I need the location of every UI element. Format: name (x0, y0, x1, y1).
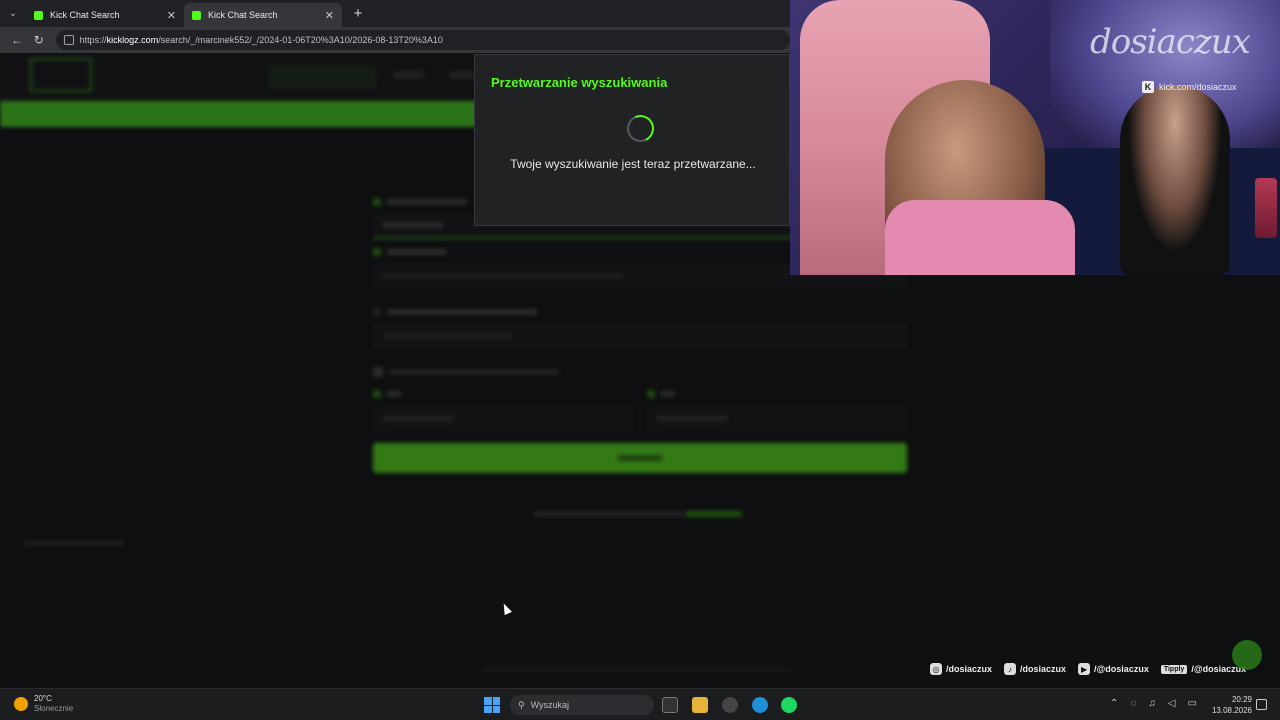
streamer-brand-logo: dosiaczux (1090, 22, 1251, 62)
clock-date: 13.08.2026 (1211, 706, 1252, 715)
social-tipply: Tipply /@dosiaczux (1160, 664, 1246, 674)
browser-tab-active[interactable]: Kick Chat Search ✕ (184, 3, 342, 27)
checkbox (373, 367, 383, 377)
microphone-icon[interactable]: ♫ (1148, 698, 1156, 709)
header-link (394, 71, 424, 79)
address-bar: ← ↻ https://kicklogz.com/search/_/marcin… (0, 27, 790, 53)
kick-favicon-icon (34, 10, 43, 20)
social-tiktok: ♪ /dosiaczux (1004, 663, 1066, 675)
kick-logo-icon: K (1142, 81, 1154, 93)
weather-desc: Słonecznie (34, 704, 74, 713)
weather-widget[interactable]: 20°C Słonecznie (14, 694, 73, 714)
date-from-input (373, 405, 633, 431)
search-button (373, 443, 907, 473)
system-tray: ⌃ ◌ ♫ ◁ ▭ (1110, 698, 1197, 709)
tray-chevron-icon[interactable]: ⌃ (1110, 698, 1118, 709)
header-button (268, 65, 376, 89)
loading-spinner-icon (623, 111, 658, 146)
side-note (24, 539, 124, 548)
field-check-icon (373, 198, 381, 206)
field-check-icon (373, 248, 381, 256)
social-handle: /dosiaczux (946, 664, 993, 674)
webcam-overlay: dosiaczux K kick.com/dosiaczux (790, 0, 1280, 275)
volume-icon[interactable]: ◁ (1168, 698, 1176, 709)
social-instagram: ◎ /dosiaczux (930, 663, 992, 675)
modal-message: Twoje wyszukiwanie jest teraz przetwarza… (510, 157, 756, 171)
form-label (373, 385, 633, 403)
guest-person (1120, 85, 1230, 275)
browser-tab[interactable]: Kick Chat Search ✕ (26, 3, 184, 27)
result-note (534, 510, 743, 519)
kick-channel-link: K kick.com/dosiaczux (1142, 81, 1237, 93)
browser-tab-bar: ⌄ Kick Chat Search ✕ Kick Chat Search ✕ … (0, 0, 790, 27)
taskbar-search[interactable]: ⚲ Wyszukaj (510, 695, 654, 715)
tiktok-icon: ♪ (1004, 663, 1017, 675)
taskbar-search-placeholder: Wyszukaj (530, 700, 570, 710)
app-icon[interactable] (722, 697, 738, 713)
social-youtube: ▶ /@dosiaczux (1078, 663, 1149, 675)
field-check-icon (647, 390, 655, 398)
site-info-icon[interactable] (63, 35, 74, 45)
modal-title: Przetwarzanie wyszukiwania (491, 75, 668, 90)
file-explorer-icon[interactable] (692, 697, 708, 713)
tab-title: Kick Chat Search (208, 10, 278, 20)
form-label (647, 385, 907, 403)
battery-icon[interactable]: ▭ (1188, 698, 1197, 709)
social-handle: /dosiaczux (1020, 664, 1067, 674)
tipply-icon: Tipply (1160, 664, 1188, 674)
system-clock[interactable]: 20:29 13.08.2026 (1208, 694, 1252, 716)
instagram-icon: ◎ (930, 663, 942, 675)
url-domain: kicklogz.com (106, 35, 159, 45)
back-arrow-icon[interactable]: ← (6, 29, 28, 51)
field-check-icon (373, 390, 381, 398)
new-tab-plus-icon[interactable]: + (346, 2, 370, 26)
notifications-icon[interactable] (1256, 699, 1267, 710)
keyword-input (373, 323, 907, 349)
tab-list-chevron-icon[interactable]: ⌄ (0, 0, 26, 27)
url-field[interactable]: https://kicklogz.com/search/_/marcinek55… (55, 30, 790, 50)
sun-icon (14, 697, 28, 711)
footer (482, 665, 792, 674)
field-check-icon (373, 308, 381, 316)
edge-browser-icon[interactable] (752, 697, 768, 713)
social-handle: /@dosiaczux (1094, 664, 1149, 674)
url-path: /search/_/marcinek552/_/2024-01-06T20%3A… (158, 35, 443, 45)
form-label (373, 363, 907, 381)
task-view-icon[interactable] (662, 697, 678, 713)
windows-start-icon[interactable] (484, 697, 500, 713)
youtube-icon: ▶ (1078, 663, 1091, 675)
site-logo (30, 58, 92, 92)
spotify-icon[interactable] (781, 697, 797, 713)
social-handles: ◎ /dosiaczux ♪ /dosiaczux ▶ /@dosiaczux … (930, 663, 1246, 675)
search-icon: ⚲ (518, 699, 525, 710)
date-to-input (647, 405, 907, 431)
url-prefix: https:// (79, 35, 107, 45)
date-to-group (647, 381, 907, 431)
form-label (373, 303, 907, 321)
network-icon[interactable]: ◌ (1130, 698, 1136, 709)
kick-favicon-icon (192, 10, 201, 20)
processing-modal: Przetwarzanie wyszukiwania Twoje wyszuki… (474, 54, 790, 226)
close-icon[interactable]: ✕ (167, 9, 176, 22)
floating-action-button[interactable] (1232, 640, 1262, 670)
tab-title: Kick Chat Search (50, 10, 120, 20)
drink-glass (1255, 178, 1277, 238)
kick-link-text: kick.com/dosiaczux (1159, 82, 1237, 92)
streamer-top (885, 200, 1075, 275)
weather-temp: 20°C (34, 694, 52, 703)
header-link (450, 71, 474, 79)
clock-time: 20:29 (1231, 695, 1252, 704)
taskbar: 20°C Słonecznie ⚲ Wyszukaj ⌃ ◌ ♫ ◁ ▭ 20:… (0, 688, 1280, 720)
weather-text: 20°C Słonecznie (34, 694, 73, 714)
date-row (373, 381, 907, 431)
date-from-group (373, 381, 633, 431)
close-icon[interactable]: ✕ (325, 9, 334, 22)
reload-icon[interactable]: ↻ (28, 29, 50, 51)
